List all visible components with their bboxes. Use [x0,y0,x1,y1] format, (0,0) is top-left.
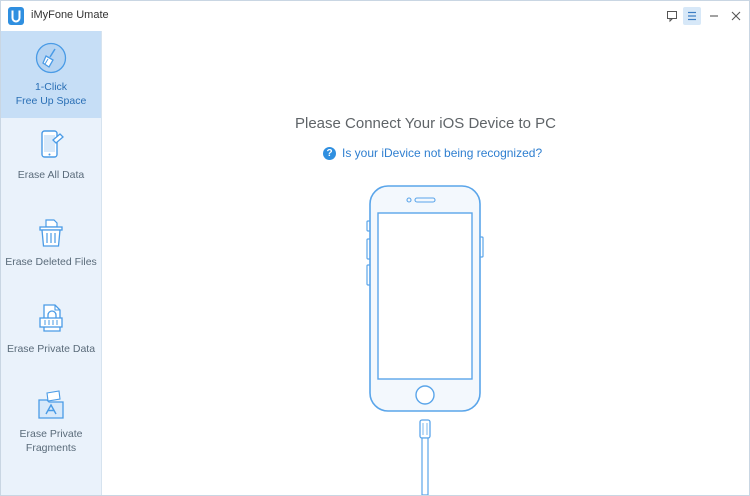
sidebar-item-label: Erase Private Fragments [19,428,83,454]
sidebar-item-erase-private-fragments[interactable]: Erase Private Fragments [1,379,101,495]
sidebar-item-label: 1-Click Free Up Space [15,81,87,107]
hamburger-menu-icon [688,11,696,21]
device-not-recognized-link[interactable]: ? Is your iDevice not being recognized? [323,145,542,161]
fragments-folder-icon [38,390,64,419]
help-link-text: Is your iDevice not being recognized? [342,146,543,160]
sidebar-item-free-up-space[interactable]: 1-Click Free Up Space [1,31,101,118]
phone-eraser-icon [41,130,64,158]
app-window: iMyFone Umate 1-Click Free Up Space Eras… [0,0,750,496]
page-title: Please Connect Your iOS Device to PC [295,115,556,132]
app-title: iMyFone Umate [31,9,109,21]
iphone-cable-icon [366,185,484,496]
chat-bubble-icon [667,11,677,23]
sidebar-item-erase-deleted-files[interactable]: Erase Deleted Files [1,205,101,292]
feedback-button[interactable] [663,7,681,25]
sidebar-item-label: Erase All Data [17,169,85,181]
sidebar-item-label: Erase Private Data [6,343,96,355]
sidebar-item-label: Erase Deleted Files [5,256,97,268]
question-circle-icon: ? [323,146,336,160]
sidebar: 1-Click Free Up Space Erase All Data Era… [1,31,102,495]
minimize-icon [710,15,718,17]
close-icon [731,11,741,21]
trash-file-icon [39,219,63,247]
main-panel: Please Connect Your iOS Device to PC ? I… [102,31,749,496]
minimize-button[interactable] [705,7,723,25]
app-logo-icon [8,7,24,25]
iphone-illustration [365,183,485,496]
sidebar-item-erase-private-data[interactable]: Erase Private Data [1,292,101,379]
menu-button[interactable] [683,7,701,25]
title-bar: iMyFone Umate [1,1,749,31]
broom-icon [35,42,67,74]
close-button[interactable] [727,7,745,25]
sidebar-item-erase-all-data[interactable]: Erase All Data [1,118,101,205]
lock-file-icon [39,304,63,332]
